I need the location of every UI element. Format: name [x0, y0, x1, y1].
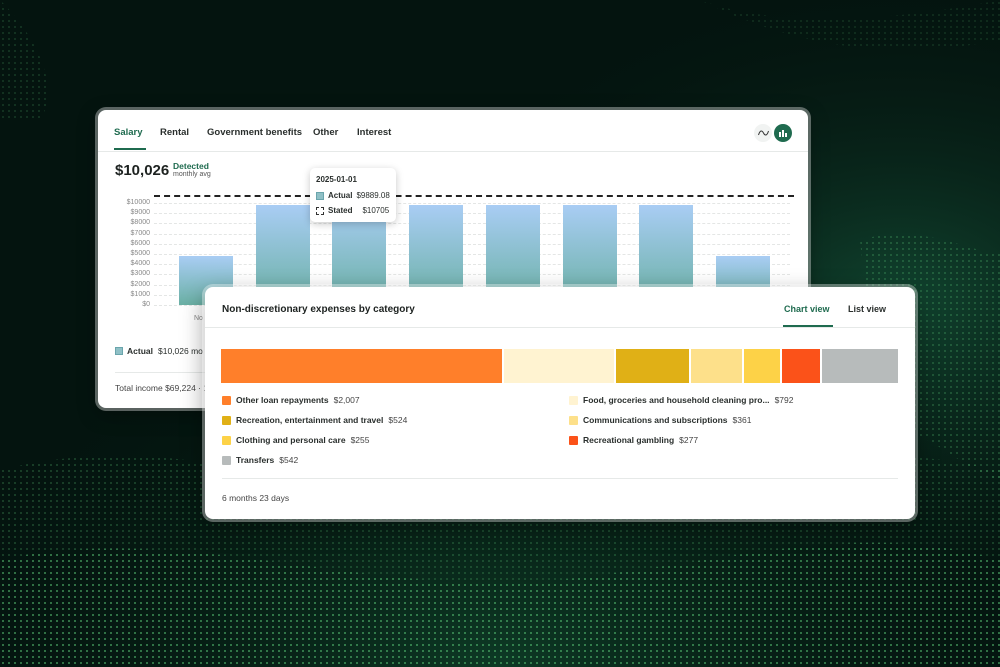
- tab-interest[interactable]: Interest: [357, 127, 391, 138]
- detected-label: Detected: [173, 161, 209, 171]
- tooltip-actual-row: Actual $9889.08: [316, 191, 390, 200]
- legend-value: $524: [388, 415, 408, 425]
- y-tick-label: $9000: [130, 209, 150, 217]
- tooltip-actual-value: $9889.08: [356, 191, 390, 200]
- legend-actual-swatch: [115, 347, 123, 355]
- total-income: Total income $69,224 · 1: [115, 383, 209, 393]
- actual-swatch: [316, 191, 324, 200]
- bar-chart-toggle[interactable]: [774, 124, 792, 142]
- y-tick-label: $1000: [130, 290, 150, 298]
- y-tick-label: $3000: [130, 270, 150, 278]
- chart-legend-actual: Actual $10,026 mo: [115, 346, 203, 356]
- gridline: [154, 213, 790, 215]
- legend-actual-text: $10,026 mo: [157, 346, 203, 356]
- legend-label: Clothing and personal care: [236, 435, 346, 445]
- expenses-card: Non-discretionary expenses by category C…: [205, 287, 915, 519]
- line-chart-toggle[interactable]: [754, 124, 772, 142]
- legend-item: Communications and subscriptions $361: [569, 415, 751, 425]
- expense-segment[interactable]: [503, 349, 615, 383]
- chart-tooltip: 2025-01-01 Actual $9889.08 Stated $10705: [310, 168, 396, 222]
- expense-segment[interactable]: [781, 349, 821, 383]
- gridline: [154, 264, 790, 266]
- x-tick-label: No: [194, 315, 203, 322]
- legend-value: $255: [350, 435, 370, 445]
- tooltip-stated-row: Stated $10705: [316, 206, 389, 215]
- y-tick-label: $2000: [130, 280, 150, 288]
- legend-item: Clothing and personal care $255: [222, 435, 370, 445]
- legend-label: Food, groceries and household cleaning p…: [583, 395, 770, 405]
- legend-actual-label: Actual: [127, 346, 153, 356]
- income-tabs: Salary Rental Government benefits Other …: [98, 110, 808, 152]
- expense-segment[interactable]: [691, 349, 742, 383]
- legend-swatch: [222, 455, 231, 465]
- tab-list-view[interactable]: List view: [848, 304, 886, 314]
- divider: [205, 327, 915, 328]
- expense-segment[interactable]: [743, 349, 780, 383]
- legend-item: Transfers $542: [222, 455, 298, 465]
- legend-item: Food, groceries and household cleaning p…: [569, 395, 793, 405]
- legend-value: $792: [774, 395, 794, 405]
- legend-item: Other loan repayments $2,007: [222, 395, 360, 405]
- legend-swatch: [569, 435, 578, 445]
- legend-item: Recreational gambling $277: [569, 435, 698, 445]
- tooltip-stated-value: $10705: [362, 206, 390, 215]
- line-chart-icon: [757, 130, 769, 136]
- gridline: [154, 203, 790, 204]
- gridline: [154, 243, 790, 245]
- expenses-stacked-bar: [221, 349, 898, 383]
- gridline: [154, 223, 790, 225]
- legend-swatch: [569, 415, 578, 425]
- legend-value: $2,007: [333, 395, 360, 405]
- gridline: [154, 284, 790, 286]
- legend-value: $361: [732, 415, 752, 425]
- legend-label: Other loan repayments: [236, 395, 329, 405]
- bar-chart-icon: [779, 130, 787, 137]
- tooltip-date: 2025-01-01: [316, 175, 357, 184]
- tab-other[interactable]: Other: [313, 127, 338, 138]
- gridline: [154, 254, 790, 255]
- legend-swatch: [222, 435, 231, 445]
- tab-government-benefits[interactable]: Government benefits: [207, 127, 302, 138]
- y-tick-label: $4000: [130, 260, 150, 268]
- y-tick-label: $10000: [126, 199, 150, 206]
- period-duration: 6 months 23 days: [222, 493, 290, 503]
- legend-item: Recreation, entertainment and travel $524: [222, 415, 407, 425]
- stated-income-line: [154, 195, 794, 197]
- legend-label: Recreation, entertainment and travel: [236, 415, 384, 425]
- gridline: [154, 233, 790, 235]
- tab-rental[interactable]: Rental: [160, 127, 189, 138]
- expense-segment[interactable]: [221, 349, 502, 383]
- monthly-avg-caption: monthly avg: [173, 171, 211, 178]
- divider: [222, 478, 898, 479]
- legend-swatch: [569, 395, 578, 405]
- tooltip-actual-label: Actual: [328, 191, 353, 200]
- stated-swatch: [316, 206, 324, 215]
- y-tick-label: $6000: [130, 239, 150, 247]
- y-tick-label: $5000: [130, 250, 150, 257]
- monthly-average-amount: $10,026: [115, 162, 170, 179]
- tab-chart-view[interactable]: Chart view: [784, 304, 830, 314]
- y-tick-label: $0: [142, 301, 150, 308]
- expenses-title: Non-discretionary expenses by category: [222, 304, 415, 315]
- legend-swatch: [222, 395, 231, 405]
- legend-label: Communications and subscriptions: [583, 415, 728, 425]
- active-tab-indicator: [114, 148, 146, 150]
- expense-segment[interactable]: [616, 349, 690, 383]
- legend-label: Transfers: [236, 455, 275, 465]
- y-tick-label: $7000: [130, 229, 150, 237]
- y-tick-label: $8000: [130, 219, 150, 227]
- legend-value: $542: [279, 455, 299, 465]
- legend-value: $277: [679, 435, 699, 445]
- tooltip-stated-label: Stated: [328, 206, 353, 215]
- tab-salary[interactable]: Salary: [114, 127, 143, 138]
- legend-swatch: [222, 415, 231, 425]
- expense-segment[interactable]: [822, 349, 898, 383]
- legend-label: Recreational gambling: [583, 435, 675, 445]
- gridline: [154, 274, 790, 276]
